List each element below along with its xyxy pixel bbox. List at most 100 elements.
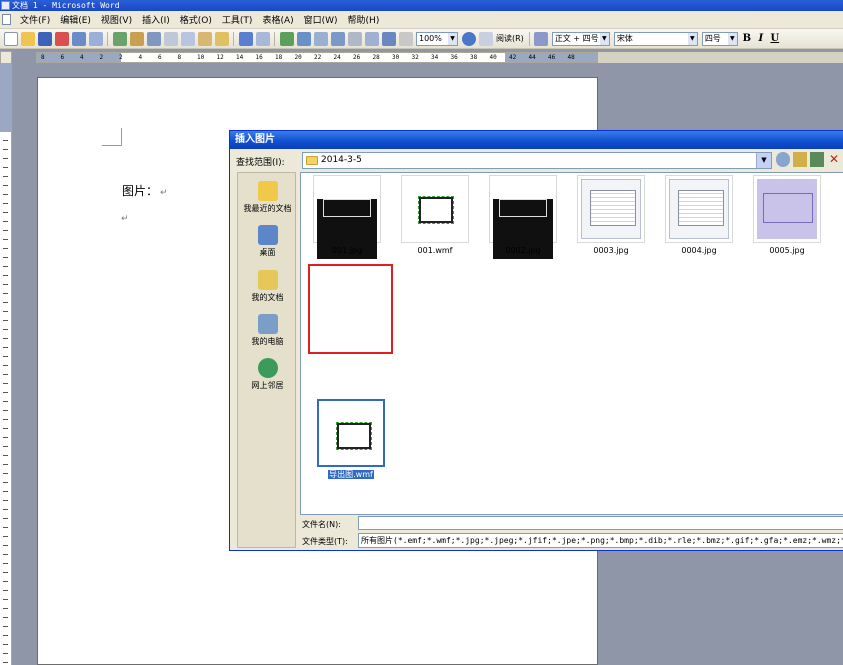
underline-button[interactable]: U bbox=[768, 33, 782, 44]
help-icon[interactable] bbox=[461, 31, 476, 46]
ruler-tick bbox=[3, 167, 8, 168]
ruler-tick bbox=[3, 446, 8, 447]
vertical-ruler[interactable] bbox=[0, 64, 12, 665]
place-my-computer[interactable]: 我的电脑 bbox=[238, 314, 297, 347]
place-my-documents[interactable]: 我的文档 bbox=[238, 270, 297, 303]
paragraph-mark: ↵ bbox=[121, 214, 129, 224]
ruler-tick bbox=[3, 329, 8, 330]
traditional-chinese-icon[interactable] bbox=[146, 31, 161, 46]
cut-icon[interactable] bbox=[163, 31, 178, 46]
file-thumbnail[interactable]: 001.wmf bbox=[401, 175, 469, 255]
show-hide-icon[interactable] bbox=[398, 31, 413, 46]
place-recent[interactable]: 我最近的文档 bbox=[238, 181, 297, 214]
insert-table-icon[interactable] bbox=[313, 31, 328, 46]
menu-edit[interactable]: 编辑(E) bbox=[57, 13, 98, 26]
document-map-icon[interactable] bbox=[381, 31, 396, 46]
tab-selector[interactable] bbox=[0, 51, 12, 64]
ruler-tick-label: 34 bbox=[431, 54, 439, 61]
recent-documents-icon bbox=[257, 181, 278, 201]
dialog-toolbar: ✕ bbox=[776, 152, 843, 167]
my-documents-icon bbox=[257, 270, 278, 290]
columns-icon[interactable] bbox=[347, 31, 362, 46]
file-list[interactable]: 001.jpg 001.wmf 0002.jpg 0003.jpg 0004.j… bbox=[300, 172, 843, 515]
place-network[interactable]: 网上邻居 bbox=[238, 358, 297, 391]
ruler-tick-label: 2 bbox=[119, 54, 123, 61]
font-select[interactable]: 宋体 ▼ bbox=[613, 31, 698, 46]
dialog-title[interactable]: 插入图片 bbox=[230, 131, 843, 149]
selected-file-thumbnail[interactable]: 导出图.wmf bbox=[309, 399, 393, 496]
image-preview bbox=[323, 405, 379, 461]
up-folder-icon[interactable] bbox=[793, 152, 807, 167]
ruler-tick-label: 6 bbox=[60, 54, 65, 61]
look-in-select[interactable]: 2014-3-5 ▼ bbox=[302, 152, 772, 169]
ruler-tick bbox=[3, 653, 8, 654]
file-thumbnail[interactable]: 0005.jpg bbox=[753, 175, 821, 255]
print-icon[interactable] bbox=[71, 31, 86, 46]
undo-icon[interactable] bbox=[238, 31, 253, 46]
delete-icon[interactable]: ✕ bbox=[827, 152, 841, 167]
document-icon[interactable] bbox=[2, 14, 11, 25]
ruler-tick bbox=[3, 590, 8, 591]
menu-tools[interactable]: 工具(T) bbox=[219, 13, 260, 26]
research-icon[interactable] bbox=[129, 31, 144, 46]
read-mode-icon[interactable] bbox=[478, 31, 493, 46]
save-icon[interactable] bbox=[37, 31, 52, 46]
place-desktop[interactable]: 桌面 bbox=[238, 225, 297, 258]
toolbar-separator bbox=[107, 31, 108, 46]
style-select[interactable]: 正文 + 四号 ▼ bbox=[551, 31, 610, 46]
file-thumbnail[interactable]: 0002.jpg bbox=[489, 175, 557, 259]
filetype-select[interactable]: 所有图片(*.emf;*.wmf;*.jpg;*.jpeg;*.jfif;*.j… bbox=[358, 533, 843, 548]
ruler-tick-label: 30 bbox=[392, 54, 400, 61]
menu-window[interactable]: 窗口(W) bbox=[301, 13, 345, 26]
permission-icon[interactable] bbox=[54, 31, 69, 46]
back-icon[interactable] bbox=[776, 152, 790, 167]
places-bar: 我最近的文档 桌面 我的文档 我的电脑 网上邻居 bbox=[237, 172, 296, 548]
ruler-tick bbox=[3, 617, 8, 618]
window-title-bar[interactable]: 文档 1 - Microsoft Word bbox=[0, 0, 843, 11]
horizontal-ruler[interactable]: 8 6 4 2 2 4 6 8 10 12 14 16 18 20 22 24 26 28 30 32 34 36 38 40… bbox=[36, 52, 598, 63]
styles-pane-icon[interactable] bbox=[534, 31, 549, 46]
paste-icon[interactable] bbox=[197, 31, 212, 46]
drawing-icon[interactable] bbox=[364, 31, 379, 46]
open-folder-icon[interactable] bbox=[20, 31, 35, 46]
copy-icon[interactable] bbox=[180, 31, 195, 46]
ruler-tick bbox=[3, 311, 8, 312]
insert-excel-icon[interactable] bbox=[330, 31, 345, 46]
document-line-1-text: 图片： bbox=[122, 184, 159, 198]
file-thumbnail[interactable]: 0004.jpg bbox=[665, 175, 733, 255]
font-size-select[interactable]: 四号 ▼ bbox=[701, 31, 738, 46]
search-web-icon[interactable] bbox=[810, 152, 824, 167]
read-mode-label[interactable]: 阅读(R) bbox=[496, 33, 524, 44]
ruler-tick bbox=[3, 581, 8, 582]
ruler-tick bbox=[3, 635, 8, 636]
file-thumbnail[interactable]: 001.jpg bbox=[313, 175, 381, 259]
tables-borders-icon[interactable] bbox=[296, 31, 311, 46]
ruler-tick bbox=[3, 383, 8, 384]
menu-file[interactable]: 文件(F) bbox=[17, 13, 57, 26]
bold-button[interactable]: B bbox=[740, 33, 754, 44]
print-preview-icon[interactable] bbox=[88, 31, 103, 46]
menu-table[interactable]: 表格(A) bbox=[259, 13, 300, 26]
file-thumbnail[interactable]: 0003.jpg bbox=[577, 175, 645, 255]
menu-format[interactable]: 格式(O) bbox=[177, 13, 219, 26]
network-places-icon bbox=[257, 358, 278, 378]
place-label: 我的电脑 bbox=[251, 337, 284, 346]
spelling-icon[interactable] bbox=[112, 31, 127, 46]
ruler-tick-label: 10 bbox=[197, 54, 205, 61]
ruler-tick bbox=[3, 518, 8, 519]
ruler-tick bbox=[3, 491, 8, 492]
menu-view[interactable]: 视图(V) bbox=[98, 13, 139, 26]
menu-help[interactable]: 帮助(H) bbox=[345, 13, 387, 26]
italic-button[interactable]: I bbox=[754, 33, 768, 44]
new-doc-icon[interactable] bbox=[3, 31, 18, 46]
zoom-select[interactable]: 100% ▼ bbox=[416, 31, 458, 46]
menu-insert[interactable]: 插入(I) bbox=[139, 13, 177, 26]
document-line-1[interactable]: 图片： ↵ bbox=[122, 182, 168, 199]
format-painter-icon[interactable] bbox=[214, 31, 229, 46]
ruler-tick-label: 24 bbox=[333, 54, 341, 61]
ruler-tick bbox=[3, 473, 8, 474]
filename-input[interactable] bbox=[358, 516, 843, 530]
redo-icon[interactable] bbox=[255, 31, 270, 46]
hyperlink-icon[interactable] bbox=[279, 31, 294, 46]
chevron-down-icon[interactable]: ▼ bbox=[756, 153, 771, 168]
